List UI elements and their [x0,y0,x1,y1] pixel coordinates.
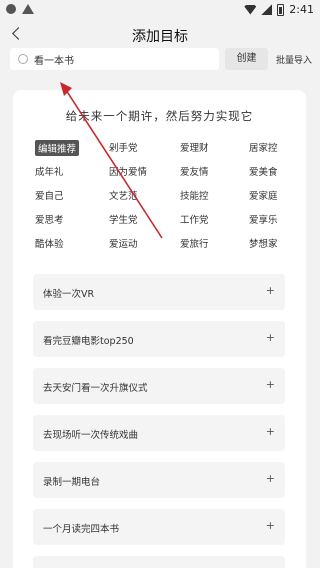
goal-input[interactable]: 看一本书 [10,48,219,70]
radio-circle-icon [18,54,28,64]
category-tag[interactable]: 爱思考 [35,212,64,226]
category-tag[interactable]: 爱享乐 [249,212,278,226]
goal-item-label: 体验一次VR [43,289,95,300]
plus-icon[interactable]: + [266,331,275,344]
goal-item[interactable]: 去天安门看一次升旗仪式 + [33,368,285,404]
goal-item-label: 看完豆瓣电影top250 [43,336,134,347]
category-tag[interactable]: 工作党 [180,212,209,226]
goal-item[interactable]: 体验一次VR + [33,274,285,310]
category-tag[interactable]: 编辑推荐 [35,140,80,156]
status-icons: 2:41 [244,3,314,16]
create-button[interactable]: 创建 [225,48,268,70]
goal-item[interactable]: 看完豆瓣电影top250 + [33,321,285,357]
category-tag[interactable]: 剁手党 [109,140,138,154]
status-time: 2:41 [289,3,314,16]
goal-input-row: 看一本书 创建 批量导入 [10,48,314,72]
goal-item[interactable]: 去现场听一次传统戏曲 + [33,415,285,451]
category-tag[interactable]: 爱友情 [180,164,209,178]
notification-icon [6,4,16,14]
category-tag[interactable]: 爱旅行 [180,236,209,250]
goal-item[interactable]: 录制一期电台 + [33,462,285,498]
goal-item[interactable] [33,556,285,568]
app-notification-icon [22,4,34,14]
category-tag[interactable]: 学生党 [109,212,138,226]
plus-icon[interactable]: + [266,284,275,297]
notification-icons [6,4,34,14]
plus-icon[interactable]: + [266,519,275,532]
status-bar: 2:41 [0,0,320,20]
goal-item-label: 去天安门看一次升旗仪式 [43,383,148,394]
card-slogan: 给未来一个期许，然后努力实现它 [65,109,254,123]
goal-item[interactable]: 一个月读完四本书 + [33,509,285,545]
nav-bar: 添加目标 [0,20,320,48]
category-tag[interactable]: 文艺范 [109,188,138,202]
recommend-card: 给未来一个期许，然后努力实现它 编辑推荐 剁手党 爱理财 居家控 成年礼 因为爱情 爱友情爱… [13,90,306,568]
goal-item-label: 去现场听一次传统戏曲 [43,430,139,441]
batch-import-button[interactable]: 批量导入 [276,53,312,66]
battery-icon [277,3,285,16]
category-tag[interactable]: 居家控 [249,140,278,154]
category-tag[interactable]: 爱运动 [109,236,138,250]
category-tag[interactable]: 成年礼 [35,164,64,178]
category-tag[interactable]: 梦想家 [249,236,278,250]
goal-input-value: 看一本书 [34,56,74,67]
category-tag[interactable]: 爱理财 [180,140,209,154]
category-tag[interactable]: 酷体验 [35,236,64,250]
goal-item-label: 录制一期电台 [43,477,101,488]
signal-icon [261,4,273,15]
category-tag[interactable]: 因为爱情 [109,164,147,178]
wifi-icon [244,4,257,15]
category-tag[interactable]: 爱自己 [35,188,64,202]
plus-icon[interactable]: + [266,472,275,485]
plus-icon[interactable]: + [266,425,275,438]
category-tag[interactable]: 技能控 [180,188,209,202]
category-tag[interactable]: 爱美食 [249,164,278,178]
category-tag[interactable]: 爱家庭 [249,188,278,202]
plus-icon[interactable]: + [266,378,275,391]
page-title: 添加目标 [132,29,188,45]
goal-item-label: 一个月读完四本书 [43,524,120,535]
